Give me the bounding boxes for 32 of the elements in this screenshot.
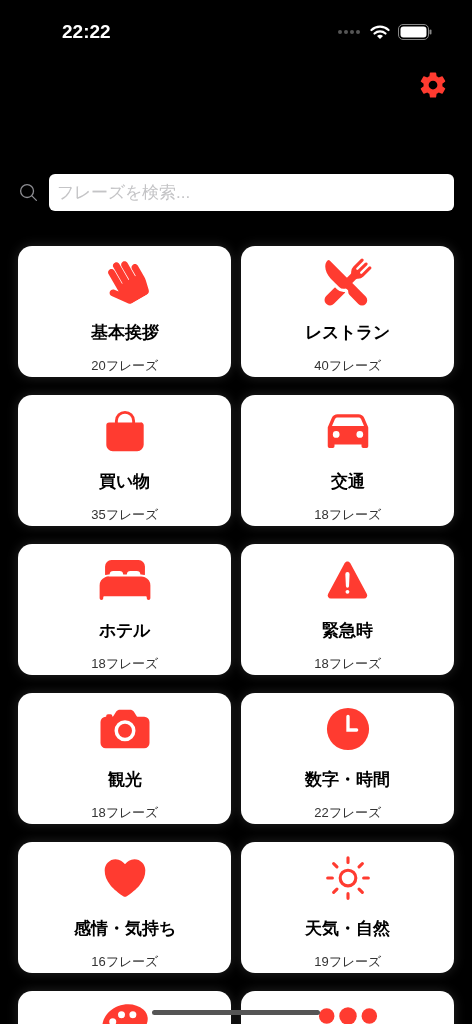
- phrase-count: 22フレーズ: [314, 803, 381, 822]
- category-title: 観光: [107, 769, 142, 791]
- status-time: 22:22: [62, 19, 111, 44]
- category-card[interactable]: ホテル 18フレーズ: [18, 544, 231, 675]
- category-title: 基本挨拶: [90, 322, 159, 344]
- category-card[interactable]: 観光 18フレーズ: [18, 693, 231, 824]
- phrase-count: 40フレーズ: [314, 356, 381, 375]
- phrase-count: 19フレーズ: [314, 952, 381, 971]
- phrase-count: 18フレーズ: [91, 654, 158, 673]
- category-title: レストラン: [305, 322, 390, 344]
- phrase-count: 18フレーズ: [91, 803, 158, 822]
- category-title: 数字・時間: [305, 769, 390, 791]
- category-card[interactable]: 交通 18フレーズ: [241, 395, 454, 526]
- category-card[interactable]: 緊急時 18フレーズ: [241, 544, 454, 675]
- phrase-count: 35フレーズ: [91, 505, 158, 524]
- category-card[interactable]: 数字・時間 22フレーズ: [241, 693, 454, 824]
- category-card[interactable]: 天気・自然 19フレーズ: [241, 842, 454, 973]
- category-title: 交通: [330, 471, 365, 493]
- category-title: 買い物: [99, 471, 150, 493]
- phrase-count: 18フレーズ: [314, 505, 381, 524]
- category-title: 感情・気持ち: [73, 918, 176, 940]
- phrase-count: 18フレーズ: [314, 654, 381, 673]
- category-card[interactable]: 感情・気持ち 16フレーズ: [18, 842, 231, 973]
- category-title: 緊急時: [322, 620, 373, 642]
- category-card[interactable]: レストラン 40フレーズ: [241, 246, 454, 377]
- category-card[interactable]: 基本挨拶 20フレーズ: [18, 246, 231, 377]
- category-card[interactable]: 買い物 35フレーズ: [18, 395, 231, 526]
- category-title: ホテル: [99, 620, 150, 642]
- category-title: 天気・自然: [305, 918, 390, 940]
- phrase-count: 20フレーズ: [91, 356, 158, 375]
- search-field[interactable]: フレーズを検索...: [49, 174, 454, 211]
- phrase-count: 16フレーズ: [91, 952, 158, 971]
